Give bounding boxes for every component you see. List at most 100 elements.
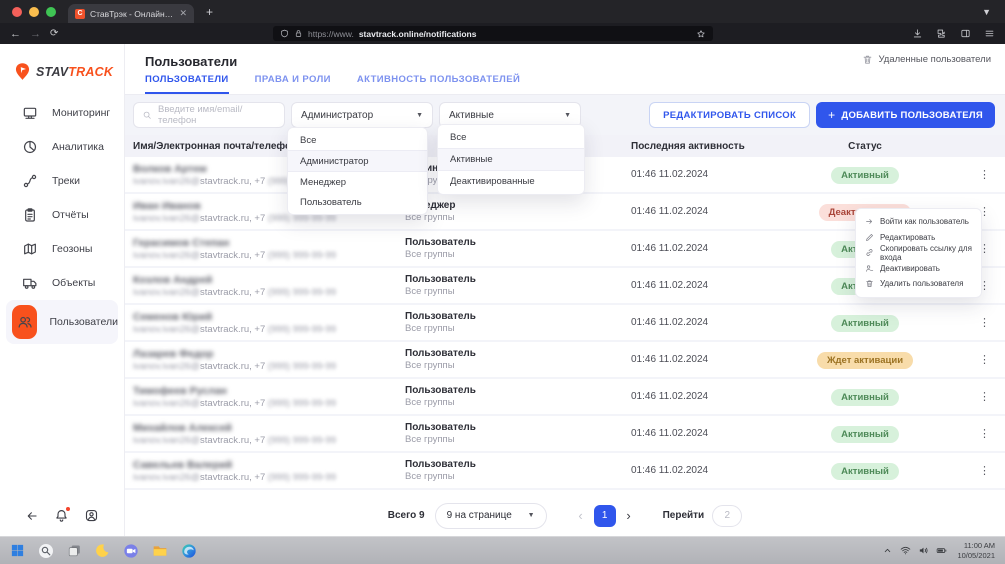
goto-page-input[interactable]: 2 [712,505,742,527]
context-menu-item[interactable]: Удалить пользователя [856,276,981,292]
user-email-phone: ivanov.ivan26@stavtrack.ru, +7 (999) 999… [133,398,405,409]
tab-users[interactable]: ПОЛЬЗОВАТЕЛИ [145,74,229,94]
window-minimize-button[interactable] [29,7,39,17]
sidebar-item-label: Аналитика [52,141,104,153]
trash-icon [862,54,873,65]
window-close-button[interactable] [12,7,22,17]
collapse-sidebar-arrow-icon[interactable] [25,509,39,523]
prev-page-button[interactable]: ‹ [571,508,591,523]
row-menu-button[interactable]: ⋮ [925,353,1005,366]
last-activity: 01:46 11.02.2024 [631,169,805,180]
user-name: Михайлов Алексей [133,422,405,434]
search-input[interactable]: Введите имя/email/телефон [133,102,285,128]
user-email-phone: ivanov.ivan26@stavtrack.ru, +7 (999) 999… [133,287,405,298]
current-page-button[interactable]: 1 [594,505,616,527]
battery-icon[interactable] [936,545,947,556]
new-tab-button[interactable]: + [206,5,213,19]
context-menu-item[interactable]: Скопировать ссылку для входа [856,245,981,261]
user-role: Пользователь [405,459,631,470]
tab-user-activity[interactable]: АКТИВНОСТЬ ПОЛЬЗОВАТЕЛЕЙ [357,74,520,94]
file-explorer-icon[interactable] [152,543,168,559]
url-prefix: https://www. [308,29,354,39]
row-menu-button[interactable]: ⋮ [925,316,1005,329]
row-menu-button[interactable]: ⋮ [925,464,1005,477]
sidebar-item-users[interactable]: Пользователи [6,300,118,344]
profile-icon[interactable] [84,508,99,523]
stavtrack-logo[interactable]: STAVTRACK [0,44,124,94]
status-cell: Активный [805,424,925,443]
status-badge: Ждет активации [817,352,913,369]
context-menu-label: Удалить пользователя [880,279,963,288]
user-name: Герасимов Степан [133,237,405,249]
status-dropdown-option[interactable]: Деактивированные [438,171,584,192]
user-name-cell: Герасимов Степанivanov.ivan26@stavtrack.… [133,237,405,261]
sidebar-footer [0,508,124,536]
app-window: STAVTRACK Мониторинг Аналитика ТрекиОтчёты… [0,44,1005,536]
taskbar-search-icon[interactable] [38,543,54,559]
sidebar-item-label: Пользователи [49,316,118,328]
address-bar[interactable]: https://www. stavtrack.online/notificati… [273,26,713,41]
status-dropdown-option[interactable]: Все [438,127,584,148]
taskbar-clock[interactable]: 11:00 AM 10/05/2021 [957,541,995,561]
window-maximize-button[interactable] [46,7,56,17]
wifi-icon[interactable] [900,545,911,556]
edit-list-button[interactable]: РЕДАКТИРОВАТЬ СПИСОК [649,102,810,128]
user-group: Все группы [405,323,631,334]
tab-close-icon[interactable]: ✕ [179,8,187,19]
sidebar-item-analytics[interactable]: Аналитика [6,130,118,163]
context-menu-item[interactable]: Деактивировать [856,261,981,277]
edge-icon[interactable] [181,543,197,559]
user-role-cell: ПользовательВсе группы [405,348,631,371]
add-user-button[interactable]: + ДОБАВИТЬ ПОЛЬЗОВАТЕЛЯ [816,102,995,128]
browser-tab-strip: С СтавТрэк - Онлайн мониторинг ✕ + ▼ [0,0,1005,23]
extensions-icon[interactable] [936,28,947,39]
context-menu-item[interactable]: Редактировать [856,230,981,246]
sidebar-item-tracks[interactable]: Треки [6,164,118,197]
task-view-icon[interactable] [67,543,82,558]
night-light-icon[interactable] [95,543,110,558]
context-menu-item[interactable]: Войти как пользователь [856,214,981,230]
stavtrack-logo-icon [12,61,33,82]
sidebar-item-reports[interactable]: Отчёты [6,198,118,231]
user-name-cell: Лазарев Федорivanov.ivan26@stavtrack.ru,… [133,348,405,372]
chevron-up-icon[interactable] [882,545,893,556]
notifications-bell-icon[interactable] [54,508,69,523]
row-menu-button[interactable]: ⋮ [925,168,1005,181]
sidebar-item-objects[interactable]: Объекты [6,266,118,299]
tabstrip-chevron-down-icon[interactable]: ▼ [982,7,991,17]
role-dropdown-option[interactable]: Пользователь [288,192,427,212]
browser-tab[interactable]: С СтавТрэк - Онлайн мониторинг ✕ [68,4,194,23]
site-favicon-icon: С [75,9,85,19]
sidebar-item-geozones[interactable]: Геозоны [6,232,118,265]
status-dropdown-option[interactable]: Активные [438,148,584,171]
menu-hamburger-icon[interactable] [984,28,995,39]
per-page-select[interactable]: 9 на странице ▼ [435,503,547,529]
bookmark-star-icon[interactable] [696,29,706,39]
geozones-icon [22,241,38,257]
search-placeholder: Введите имя/email/телефон [158,104,276,126]
shield-icon[interactable] [280,29,289,38]
start-icon[interactable] [10,543,25,558]
user-email-phone: ivanov.ivan26@stavtrack.ru, +7 (999) 999… [133,250,405,261]
chat-icon[interactable] [123,543,139,559]
row-menu-button[interactable]: ⋮ [925,390,1005,403]
role-dropdown-option[interactable]: Администратор [288,150,427,172]
row-menu-button[interactable]: ⋮ [925,427,1005,440]
tab-rights-roles[interactable]: ПРАВА И РОЛИ [255,74,331,94]
user-group: Все группы [405,471,631,482]
role-dropdown-option[interactable]: Все [288,130,427,150]
sidebar-panel-icon[interactable] [960,28,971,39]
url-text: stavtrack.online/notifications [359,29,477,39]
user-group: Все группы [405,434,631,445]
table-row: Тимофеев Русланivanov.ivan26@stavtrack.r… [125,379,1005,416]
downloads-icon[interactable] [912,28,923,39]
role-dropdown-option[interactable]: Менеджер [288,172,427,192]
volume-icon[interactable] [918,545,929,556]
sidebar-item-monitoring[interactable]: Мониторинг [6,96,118,129]
deleted-users-link[interactable]: Удаленные пользователи [862,54,991,65]
next-page-button[interactable]: › [619,508,639,523]
user-role: Менеджер [405,200,631,211]
lock-icon[interactable] [294,29,303,38]
user-role-cell: ПользовательВсе группы [405,237,631,260]
role-filter-select[interactable]: Администратор ▼ [291,102,433,128]
